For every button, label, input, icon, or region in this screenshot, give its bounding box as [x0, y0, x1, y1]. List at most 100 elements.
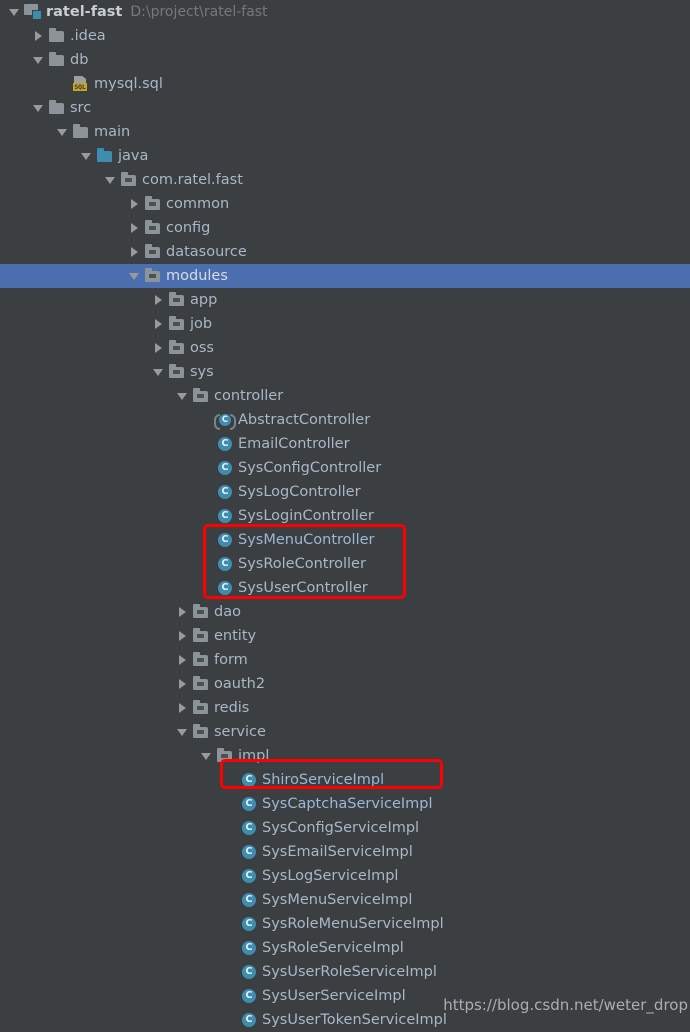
- tree-row[interactable]: form: [0, 648, 690, 672]
- tree-node-label: db: [70, 52, 89, 68]
- tree-row[interactable]: datasource: [0, 240, 690, 264]
- tree-row[interactable]: SysConfigServiceImpl: [0, 816, 690, 840]
- tree-row[interactable]: entity: [0, 624, 690, 648]
- chevron-down-icon[interactable]: [174, 384, 192, 408]
- tree-row[interactable]: SysConfigController: [0, 456, 690, 480]
- tree-row[interactable]: dao: [0, 600, 690, 624]
- tree-row[interactable]: java: [0, 144, 690, 168]
- chevron-right-icon[interactable]: [150, 336, 168, 360]
- tree-row[interactable]: SysMenuController: [0, 528, 690, 552]
- tree-row[interactable]: common: [0, 192, 690, 216]
- tree-row[interactable]: db: [0, 48, 690, 72]
- tree-row[interactable]: oauth2: [0, 672, 690, 696]
- chevron-right-icon[interactable]: [174, 672, 192, 696]
- tree-row[interactable]: ShiroServiceImpl: [0, 768, 690, 792]
- tree-row[interactable]: SysLoginController: [0, 504, 690, 528]
- tree-row[interactable]: SysCaptchaServiceImpl: [0, 792, 690, 816]
- sql-file-icon: [72, 72, 90, 96]
- tree-row[interactable]: sys: [0, 360, 690, 384]
- tree-row[interactable]: mysql.sql: [0, 72, 690, 96]
- chevron-right-icon[interactable]: [150, 312, 168, 336]
- abstract-class-icon: [214, 408, 236, 432]
- tree-row[interactable]: SysRoleController: [0, 552, 690, 576]
- tree-row[interactable]: SysUserController: [0, 576, 690, 600]
- chevron-right-icon[interactable]: [126, 192, 144, 216]
- package-icon: [216, 744, 234, 768]
- tree-node-label: common: [166, 196, 230, 212]
- tree-node-label: src: [70, 100, 92, 116]
- chevron-right-icon[interactable]: [174, 600, 192, 624]
- chevron-down-icon[interactable]: [102, 168, 120, 192]
- tree-row[interactable]: SysRoleServiceImpl: [0, 936, 690, 960]
- package-icon: [144, 192, 162, 216]
- class-icon: [240, 1008, 258, 1032]
- tree-row[interactable]: main: [0, 120, 690, 144]
- tree-row[interactable]: controller: [0, 384, 690, 408]
- tree-node-label: controller: [214, 388, 284, 404]
- tree-node-label: ratel-fast: [46, 4, 123, 20]
- tree-node-label: SysConfigServiceImpl: [262, 820, 420, 836]
- tree-row[interactable]: impl: [0, 744, 690, 768]
- chevron-right-icon[interactable]: [150, 288, 168, 312]
- tree-node-label: SysRoleMenuServiceImpl: [262, 916, 444, 932]
- tree-node-label: SysCaptchaServiceImpl: [262, 796, 433, 812]
- tree-row[interactable]: SysUserRoleServiceImpl: [0, 960, 690, 984]
- tree-row[interactable]: SysLogController: [0, 480, 690, 504]
- tree-row[interactable]: job: [0, 312, 690, 336]
- tree-row[interactable]: oss: [0, 336, 690, 360]
- tree-row[interactable]: src: [0, 96, 690, 120]
- tree-row[interactable]: app: [0, 288, 690, 312]
- tree-row[interactable]: SysMenuServiceImpl: [0, 888, 690, 912]
- tree-node-label: config: [166, 220, 211, 236]
- chevron-right-icon[interactable]: [30, 24, 48, 48]
- class-icon: [216, 480, 234, 504]
- tree-row[interactable]: AbstractController: [0, 408, 690, 432]
- tree-node-label: datasource: [166, 244, 247, 260]
- chevron-down-icon[interactable]: [198, 744, 216, 768]
- tree-row[interactable]: SysRoleMenuServiceImpl: [0, 912, 690, 936]
- tree-row[interactable]: redis: [0, 696, 690, 720]
- class-icon: [240, 792, 258, 816]
- tree-row[interactable]: SysEmailServiceImpl: [0, 840, 690, 864]
- chevron-right-icon[interactable]: [174, 648, 192, 672]
- class-icon: [216, 576, 234, 600]
- tree-node-label: SysLoginController: [238, 508, 374, 524]
- tree-row[interactable]: SysLogServiceImpl: [0, 864, 690, 888]
- tree-node-label: app: [190, 292, 218, 308]
- tree-row[interactable]: service: [0, 720, 690, 744]
- project-tree-panel[interactable]: ratel-fast D:\project\ratel-fast .idea db my…: [0, 0, 690, 1028]
- class-icon: [216, 528, 234, 552]
- chevron-right-icon[interactable]: [174, 696, 192, 720]
- tree-row[interactable]: com.ratel.fast: [0, 168, 690, 192]
- chevron-right-icon[interactable]: [126, 240, 144, 264]
- chevron-down-icon[interactable]: [126, 264, 144, 288]
- tree-row[interactable]: EmailController: [0, 432, 690, 456]
- tree-node-label: java: [118, 148, 149, 164]
- chevron-right-icon[interactable]: [174, 624, 192, 648]
- class-icon: [240, 888, 258, 912]
- chevron-right-icon[interactable]: [126, 216, 144, 240]
- chevron-down-icon[interactable]: [150, 360, 168, 384]
- tree-row[interactable]: config: [0, 216, 690, 240]
- chevron-down-icon[interactable]: [30, 48, 48, 72]
- chevron-down-icon[interactable]: [78, 144, 96, 168]
- chevron-down-icon[interactable]: [6, 0, 24, 24]
- tree-row[interactable]: ratel-fast D:\project\ratel-fast: [0, 0, 690, 24]
- tree-row[interactable]: modules: [0, 264, 690, 288]
- tree-row[interactable]: .idea: [0, 24, 690, 48]
- chevron-down-icon[interactable]: [30, 96, 48, 120]
- chevron-down-icon[interactable]: [174, 720, 192, 744]
- chevron-down-icon[interactable]: [54, 120, 72, 144]
